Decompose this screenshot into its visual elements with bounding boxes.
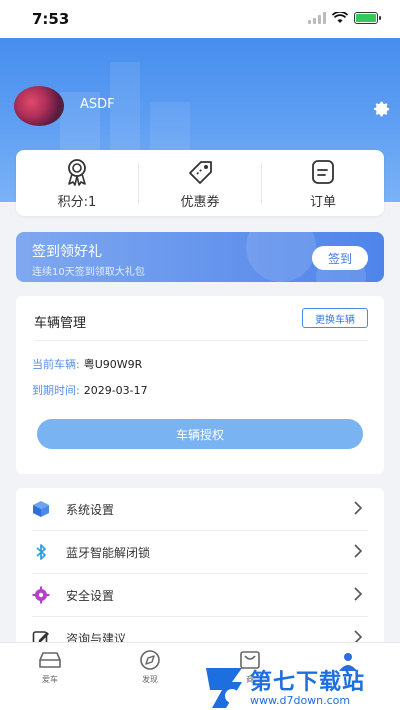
tag-icon — [189, 160, 212, 184]
menu-item-system-settings[interactable]: 系统设置 — [16, 488, 384, 530]
settings-menu: 系统设置 蓝牙智能解闭锁 安全设置 咨询与建议 — [16, 488, 384, 648]
menu-item-security-settings[interactable]: 安全设置 — [16, 574, 384, 616]
status-bar: 7:53 — [0, 0, 400, 38]
expire-time-value: 2029-03-17 — [83, 384, 148, 397]
quick-actions-card: 积分:1 优惠券 订单 — [16, 150, 384, 216]
tab-car[interactable]: 爱车 — [20, 649, 80, 685]
divider — [34, 340, 368, 341]
orders-label: 订单 — [309, 194, 336, 210]
current-vehicle-label: 当前车辆: — [32, 358, 80, 371]
orders-button[interactable]: 订单 — [262, 157, 384, 210]
coupons-label: 优惠券 — [180, 194, 220, 210]
medal-icon — [68, 158, 86, 186]
chevron-right-icon — [354, 587, 362, 601]
tab-label: 发现 — [142, 675, 158, 684]
points-button[interactable]: 积分:1 — [16, 157, 138, 210]
chevron-right-icon — [354, 544, 362, 558]
menu-item-bluetooth-lock[interactable]: 蓝牙智能解闭锁 — [16, 531, 384, 573]
checkin-subtitle: 连续10天签到领取大礼包 — [32, 267, 145, 278]
switch-vehicle-button[interactable]: 更换车辆 — [302, 308, 368, 328]
avatar[interactable] — [14, 86, 64, 126]
current-vehicle-plate: 粤U90W9R — [83, 358, 143, 371]
expire-time-row: 到期时间: 2029-03-17 — [32, 382, 148, 398]
vehicle-management-title: 车辆管理 — [34, 316, 87, 331]
settings-gear-icon[interactable] — [370, 100, 390, 120]
checkin-button[interactable]: 签到 — [312, 246, 368, 270]
car-icon — [39, 652, 61, 668]
menu-item-label: 系统设置 — [66, 503, 115, 517]
coupons-button[interactable]: 优惠券 — [139, 157, 261, 210]
vehicle-management-card: 车辆管理 更换车辆 当前车辆: 粤U90W9R 到期时间: 2029-03-17 车… — [16, 296, 384, 474]
current-vehicle-row: 当前车辆: 粤U90W9R — [32, 356, 142, 372]
menu-item-label: 蓝牙智能解闭锁 — [66, 546, 151, 560]
checkin-banner[interactable]: 签到领好礼 连续10天签到领取大礼包 签到 — [16, 232, 384, 282]
status-time: 7:53 — [32, 10, 70, 28]
wifi-icon — [332, 12, 348, 23]
username: ASDF — [80, 97, 115, 112]
order-icon — [312, 159, 334, 184]
cube-icon — [33, 501, 49, 517]
bluetooth-icon — [36, 544, 46, 560]
signal-icon — [308, 12, 326, 24]
watermark-text: 第七下载站 — [250, 670, 366, 695]
menu-item-label: 安全设置 — [66, 589, 115, 603]
compass-icon — [140, 650, 160, 670]
chevron-right-icon — [354, 501, 362, 515]
points-label: 积分:1 — [57, 194, 97, 210]
expire-time-label: 到期时间: — [32, 384, 80, 397]
watermark-url: www.d7down.com — [250, 694, 351, 707]
vehicle-authorize-button[interactable]: 车辆授权 — [37, 419, 363, 449]
battery-icon — [354, 12, 381, 24]
tab-label: 爱车 — [42, 675, 58, 684]
tab-discover[interactable]: 发现 — [120, 649, 180, 685]
gear-icon — [32, 586, 50, 604]
checkin-title: 签到领好礼 — [32, 244, 102, 260]
